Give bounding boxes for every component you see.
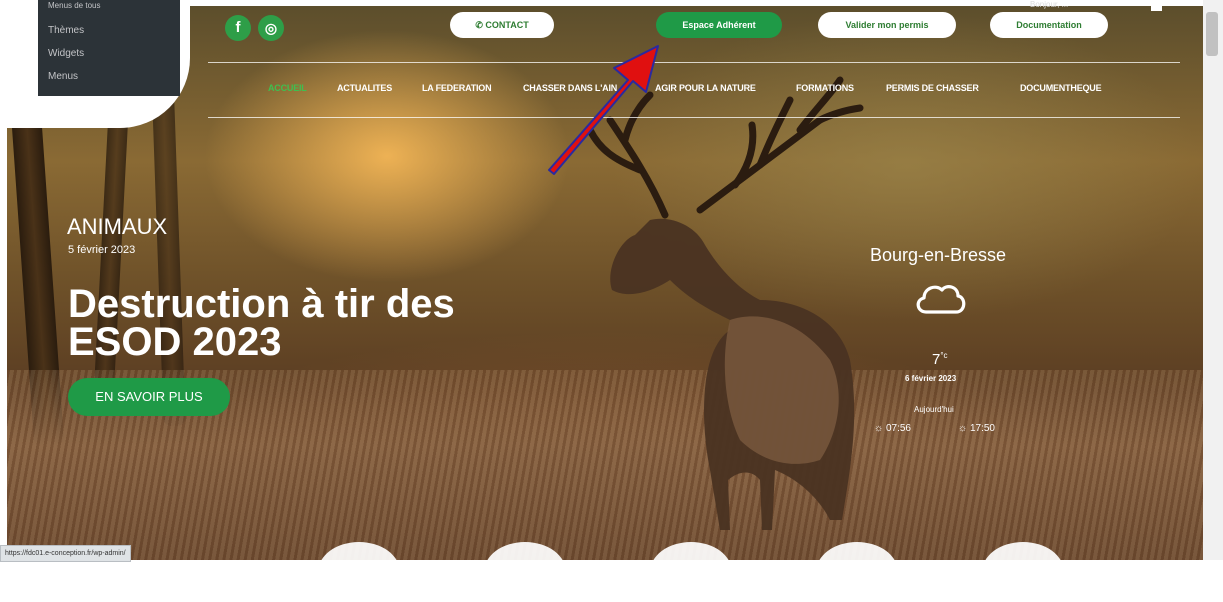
red-arrow-annotation [548, 45, 659, 175]
scrollbar-thumb[interactable] [1206, 12, 1218, 56]
scrollbar-track[interactable] [1203, 0, 1223, 560]
status-bar-url: https://fdc01.e-conception.fr/wp-admin/ [0, 545, 131, 562]
